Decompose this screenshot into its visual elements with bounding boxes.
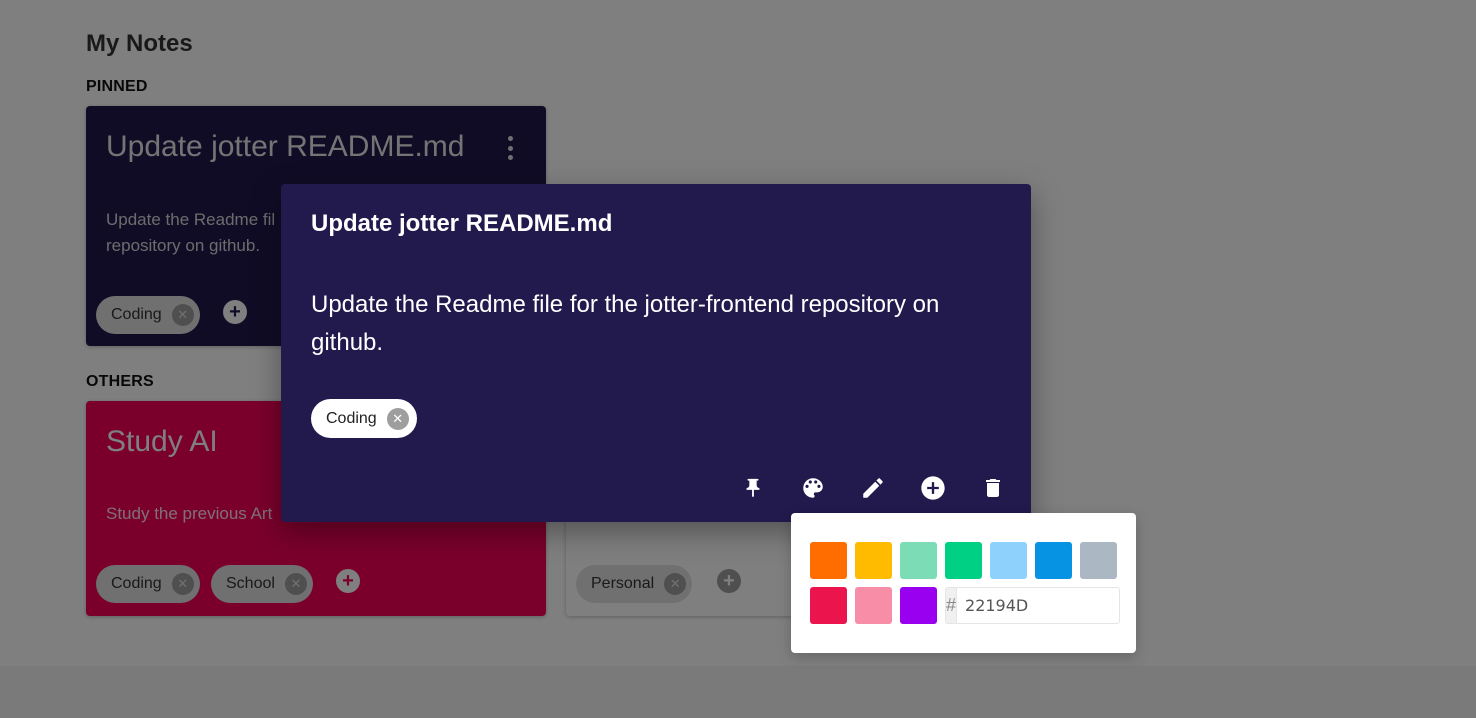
close-circle-icon[interactable]: ✕ [386,407,409,430]
dialog-note-body: Update the Readme file for the jotter-fr… [311,291,940,356]
tag-chip-label: Coding [326,409,377,427]
edit-icon[interactable] [855,472,891,504]
color-swatch[interactable] [1080,542,1117,579]
color-swatch[interactable] [900,542,937,579]
note-edit-dialog: Update jotter README.md Update the Readm… [281,184,1031,522]
color-swatch[interactable] [945,542,982,579]
dialog-note-title: Update jotter README.md [311,210,613,237]
delete-icon[interactable] [975,472,1011,504]
color-swatch[interactable] [1035,542,1072,579]
palette-icon[interactable] [795,472,831,504]
color-swatch[interactable] [810,542,847,579]
color-swatch[interactable] [990,542,1027,579]
dialog-tag-chip[interactable]: Coding ✕ [311,399,417,438]
add-circle-icon[interactable] [915,472,951,504]
color-swatch[interactable] [900,587,937,624]
hex-color-field: # [945,587,1120,624]
color-swatch[interactable] [810,587,847,624]
hex-prefix: # [946,588,958,623]
color-swatch[interactable] [855,587,892,624]
dialog-action-bar [735,472,1011,504]
color-picker-popover: # [791,513,1136,653]
hex-color-input[interactable] [957,588,1119,623]
color-swatch[interactable] [855,542,892,579]
pin-icon[interactable] [735,472,771,504]
